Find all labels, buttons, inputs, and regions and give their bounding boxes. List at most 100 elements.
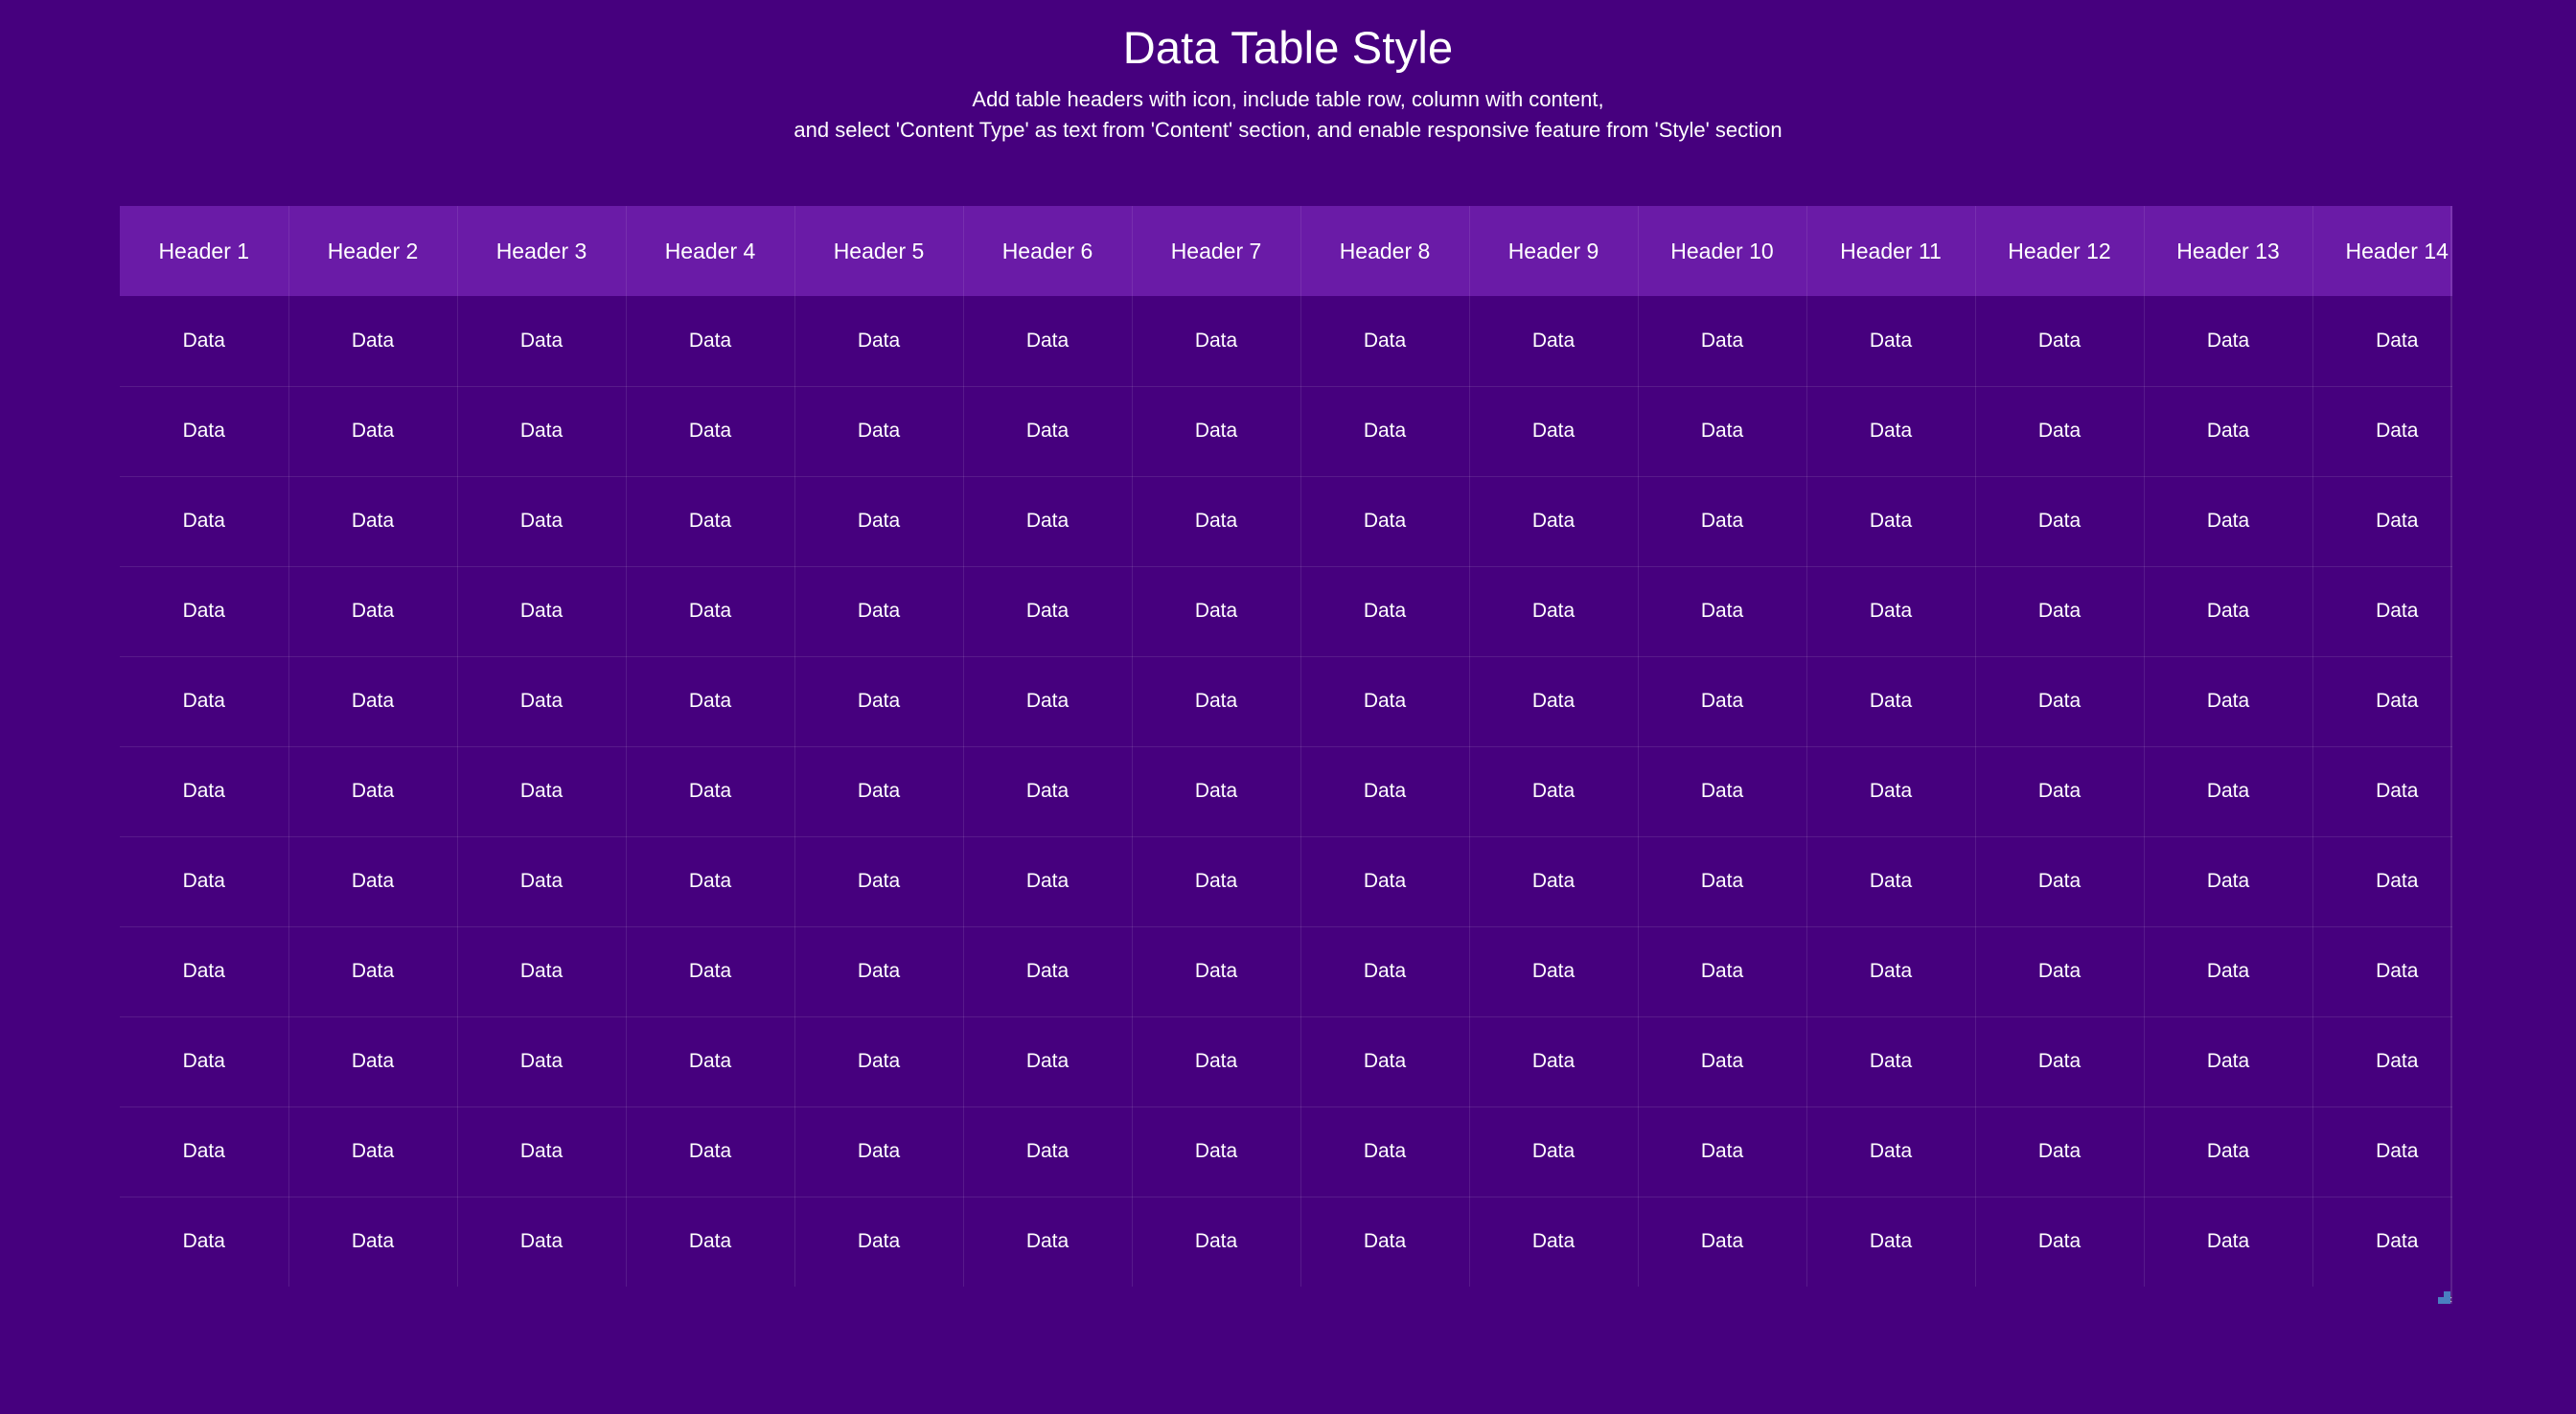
table-header-cell[interactable]: Header 7 xyxy=(1132,206,1301,296)
table-cell: Data xyxy=(288,1197,458,1287)
table-cell: Data xyxy=(794,296,964,387)
table-cell: Data xyxy=(1132,1106,1301,1197)
table-cell: Data xyxy=(1975,836,2145,927)
table-cell: Data xyxy=(1975,476,2145,567)
table-row: Data Data Data Data Data Data Data Data Data Data… xyxy=(120,1016,2452,1107)
table-cell: Data xyxy=(1469,1016,1639,1107)
table-cell: Data xyxy=(1300,386,1470,477)
table-row: Data Data Data Data Data Data Data Data Data Data… xyxy=(120,1197,2452,1287)
table-cell: Data xyxy=(1975,926,2145,1017)
table-cell: Data xyxy=(1132,1197,1301,1287)
table-header-cell[interactable]: Header 13 xyxy=(2144,206,2313,296)
table-cell: Data xyxy=(1638,296,1807,387)
table-cell: Data xyxy=(1132,1016,1301,1107)
table-cell: Data xyxy=(963,836,1133,927)
table-cell: Data xyxy=(794,656,964,747)
table-cell: Data xyxy=(794,386,964,477)
table-cell: Data xyxy=(1300,1016,1470,1107)
table-cell: Data xyxy=(2144,1197,2313,1287)
table-cell: Data xyxy=(1132,926,1301,1017)
table-cell: Data xyxy=(288,386,458,477)
table-cell: Data xyxy=(1975,1197,2145,1287)
table-cell: Data xyxy=(288,836,458,927)
table-row: Data Data Data Data Data Data Data Data Data Data… xyxy=(120,656,2452,747)
table-cell: Data xyxy=(2144,1106,2313,1197)
table-cell: Data xyxy=(1975,566,2145,657)
table-cell: Data xyxy=(457,746,627,837)
page-subtitle: Add table headers with icon, include tab… xyxy=(0,84,2576,146)
table-cell: Data xyxy=(2144,566,2313,657)
table-cell: Data xyxy=(794,746,964,837)
table-cell: Data xyxy=(1300,566,1470,657)
table-cell: Data xyxy=(963,1016,1133,1107)
table-cell: Data xyxy=(963,296,1133,387)
table-cell: Data xyxy=(120,476,289,567)
page-root: Data Table Style Add table headers with … xyxy=(0,0,2576,1414)
table-header-cell[interactable]: Header 14 xyxy=(2312,206,2452,296)
table-cell: Data xyxy=(1469,1197,1639,1287)
table-cell: Data xyxy=(1638,566,1807,657)
table-cell: Data xyxy=(288,926,458,1017)
table-cell: Data xyxy=(1638,656,1807,747)
table-row: Data Data Data Data Data Data Data Data Data Data… xyxy=(120,476,2452,567)
table-cell: Data xyxy=(2312,1106,2452,1197)
table-header-cell[interactable]: Header 10 xyxy=(1638,206,1807,296)
table-cell: Data xyxy=(1975,1016,2145,1107)
table-cell: Data xyxy=(1300,1197,1470,1287)
table-row: Data Data Data Data Data Data Data Data Data Data… xyxy=(120,926,2452,1017)
table-cell: Data xyxy=(2312,1197,2452,1287)
table-cell: Data xyxy=(1638,836,1807,927)
table-cell: Data xyxy=(2144,656,2313,747)
table-cell: Data xyxy=(1469,746,1639,837)
table-cell: Data xyxy=(1132,476,1301,567)
table-cell: Data xyxy=(288,476,458,567)
table-cell: Data xyxy=(120,1016,289,1107)
table-header-cell[interactable]: Header 8 xyxy=(1300,206,1470,296)
table-cell: Data xyxy=(2312,296,2452,387)
table-cell: Data xyxy=(2144,386,2313,477)
page-title: Data Table Style xyxy=(1122,22,1454,73)
table-cell: Data xyxy=(1638,1197,1807,1287)
table-cell: Data xyxy=(288,1106,458,1197)
table-cell: Data xyxy=(626,656,795,747)
table-header-cell[interactable]: Header 4 xyxy=(626,206,795,296)
table-cell: Data xyxy=(963,566,1133,657)
table-header-cell[interactable]: Header 12 xyxy=(1975,206,2145,296)
table-cell: Data xyxy=(457,566,627,657)
table-cell: Data xyxy=(120,386,289,477)
table-cell: Data xyxy=(1469,836,1639,927)
page-subtitle-line-2: and select 'Content Type' as text from '… xyxy=(794,118,1782,143)
table-header-cell[interactable]: Header 6 xyxy=(963,206,1133,296)
table-cell: Data xyxy=(457,386,627,477)
table-cell: Data xyxy=(1638,476,1807,567)
table-row: Data Data Data Data Data Data Data Data Data Data… xyxy=(120,386,2452,477)
table-cell: Data xyxy=(2312,1016,2452,1107)
table-cell: Data xyxy=(120,566,289,657)
table-cell: Data xyxy=(2144,296,2313,387)
table-cell: Data xyxy=(2312,566,2452,657)
table-cell: Data xyxy=(963,746,1133,837)
table-cell: Data xyxy=(1300,656,1470,747)
table-cell: Data xyxy=(1132,386,1301,477)
data-table-scroll-container[interactable]: Header 1 Header 2 Header 3 Header 4 Header 5… xyxy=(120,206,2452,1304)
table-cell: Data xyxy=(1132,296,1301,387)
table-cell: Data xyxy=(1806,566,1976,657)
table-header-cell[interactable]: Header 2 xyxy=(288,206,458,296)
table-cell: Data xyxy=(1132,566,1301,657)
table-header-cell[interactable]: Header 11 xyxy=(1806,206,1976,296)
table-cell: Data xyxy=(288,656,458,747)
table-cell: Data xyxy=(626,296,795,387)
table-header-cell[interactable]: Header 3 xyxy=(457,206,627,296)
table-cell: Data xyxy=(457,926,627,1017)
table-cell: Data xyxy=(1638,1106,1807,1197)
table-cell: Data xyxy=(457,296,627,387)
table-header-cell[interactable]: Header 5 xyxy=(794,206,964,296)
page-heading: Data Table Style Add table headers with … xyxy=(0,0,2576,146)
table-cell: Data xyxy=(626,1016,795,1107)
table-cell: Data xyxy=(1300,926,1470,1017)
table-body: Data Data Data Data Data Data Data Data Data Data… xyxy=(120,296,2452,1287)
table-cell: Data xyxy=(1806,476,1976,567)
table-header-cell[interactable]: Header 9 xyxy=(1469,206,1639,296)
table-header-cell[interactable]: Header 1 xyxy=(120,206,289,296)
table-cell: Data xyxy=(1300,836,1470,927)
